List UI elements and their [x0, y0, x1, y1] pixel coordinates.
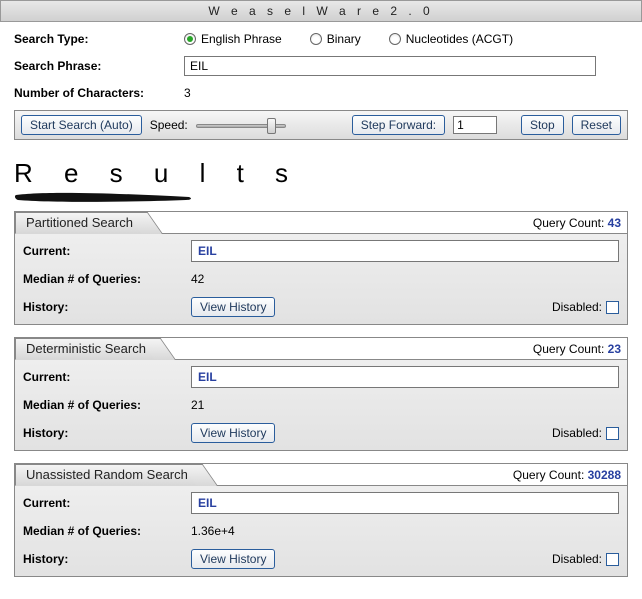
panel-unassisted-random-search: Unassisted Random Search Query Count: 302…: [14, 463, 628, 577]
current-value: EIL: [191, 366, 619, 388]
label-median: Median # of Queries:: [23, 272, 191, 286]
row-num-chars: Number of Characters: 3: [14, 86, 628, 100]
label-disabled: Disabled:: [552, 300, 602, 314]
row-median: Median # of Queries:21: [23, 394, 619, 416]
view-history-button[interactable]: View History: [191, 423, 275, 443]
label-search-phrase: Search Phrase:: [14, 59, 184, 73]
label-disabled: Disabled:: [552, 426, 602, 440]
label-history: History:: [23, 552, 191, 566]
row-current: Current:EIL: [23, 366, 619, 388]
disabled-checkbox[interactable]: [606, 427, 619, 440]
label-search-type: Search Type:: [14, 32, 184, 46]
query-count: Query Count: 30288: [513, 468, 621, 482]
step-value-input[interactable]: [453, 116, 497, 134]
slider-thumb-icon[interactable]: [267, 118, 276, 134]
radio-label: Binary: [327, 32, 361, 46]
panel-body: Current:EILMedian # of Queries:1.36e+4Hi…: [15, 486, 627, 576]
radio-nucleotides[interactable]: Nucleotides (ACGT): [389, 32, 513, 46]
brush-stroke-icon: [14, 191, 194, 203]
disabled-toggle: Disabled:: [552, 426, 619, 440]
radio-binary[interactable]: Binary: [310, 32, 361, 46]
search-phrase-input[interactable]: [184, 56, 596, 76]
label-current: Current:: [23, 496, 191, 510]
panel-tab-row: Deterministic Search Query Count: 23: [15, 338, 627, 360]
label-current: Current:: [23, 244, 191, 258]
radio-icon: [184, 33, 196, 45]
row-history: History:View History Disabled:: [23, 548, 619, 570]
row-history: History:View History Disabled:: [23, 296, 619, 318]
row-history: History:View History Disabled:: [23, 422, 619, 444]
results-header: R e s u l t s: [14, 158, 628, 203]
panel-body: Current:EILMedian # of Queries:21History…: [15, 360, 627, 450]
label-median: Median # of Queries:: [23, 398, 191, 412]
reset-button[interactable]: Reset: [572, 115, 621, 135]
row-median: Median # of Queries:1.36e+4: [23, 520, 619, 542]
panel-tab-row: Unassisted Random Search Query Count: 302…: [15, 464, 627, 486]
radio-icon: [389, 33, 401, 45]
median-value: 1.36e+4: [191, 524, 235, 538]
panels-container: Partitioned Search Query Count: 43 Current…: [14, 211, 628, 577]
search-toolbar: Start Search (Auto) Speed: Step Forward:…: [14, 110, 628, 140]
current-value: EIL: [191, 492, 619, 514]
num-chars-value: 3: [184, 86, 191, 100]
row-current: Current:EIL: [23, 492, 619, 514]
title-bar: W e a s e l W a r e 2 . 0: [0, 0, 642, 22]
row-search-type: Search Type: English Phrase Binary Nucle…: [14, 32, 628, 46]
speed-slider[interactable]: [196, 117, 286, 133]
view-history-button[interactable]: View History: [191, 297, 275, 317]
panel-tab-row: Partitioned Search Query Count: 43: [15, 212, 627, 234]
panel-tab: Unassisted Random Search: [15, 464, 199, 486]
start-search-button[interactable]: Start Search (Auto): [21, 115, 142, 135]
row-median: Median # of Queries:42: [23, 268, 619, 290]
median-value: 42: [191, 272, 204, 286]
panel-title: Partitioned Search: [26, 215, 133, 230]
step-forward-button[interactable]: Step Forward:: [352, 115, 445, 135]
results-title: R e s u l t s: [14, 158, 628, 189]
radio-label: English Phrase: [201, 32, 282, 46]
panel-deterministic-search: Deterministic Search Query Count: 23 Curre…: [14, 337, 628, 451]
stop-button[interactable]: Stop: [521, 115, 564, 135]
disabled-toggle: Disabled:: [552, 300, 619, 314]
disabled-checkbox[interactable]: [606, 301, 619, 314]
label-history: History:: [23, 426, 191, 440]
label-median: Median # of Queries:: [23, 524, 191, 538]
current-value: EIL: [191, 240, 619, 262]
label-current: Current:: [23, 370, 191, 384]
disabled-toggle: Disabled:: [552, 552, 619, 566]
panel-body: Current:EILMedian # of Queries:42History…: [15, 234, 627, 324]
query-count: Query Count: 23: [533, 342, 621, 356]
app-title: W e a s e l W a r e 2 . 0: [208, 4, 433, 18]
radio-group-search-type: English Phrase Binary Nucleotides (ACGT): [184, 32, 513, 46]
query-count: Query Count: 43: [533, 216, 621, 230]
speed-label: Speed:: [150, 118, 188, 132]
label-history: History:: [23, 300, 191, 314]
label-num-chars: Number of Characters:: [14, 86, 184, 100]
radio-label: Nucleotides (ACGT): [406, 32, 513, 46]
median-value: 21: [191, 398, 204, 412]
disabled-checkbox[interactable]: [606, 553, 619, 566]
panel-title: Unassisted Random Search: [26, 467, 188, 482]
panel-partitioned-search: Partitioned Search Query Count: 43 Current…: [14, 211, 628, 325]
panel-tab: Partitioned Search: [15, 212, 144, 234]
view-history-button[interactable]: View History: [191, 549, 275, 569]
row-search-phrase: Search Phrase:: [14, 56, 628, 76]
panel-tab: Deterministic Search: [15, 338, 157, 360]
radio-english-phrase[interactable]: English Phrase: [184, 32, 282, 46]
label-disabled: Disabled:: [552, 552, 602, 566]
radio-icon: [310, 33, 322, 45]
panel-title: Deterministic Search: [26, 341, 146, 356]
row-current: Current:EIL: [23, 240, 619, 262]
